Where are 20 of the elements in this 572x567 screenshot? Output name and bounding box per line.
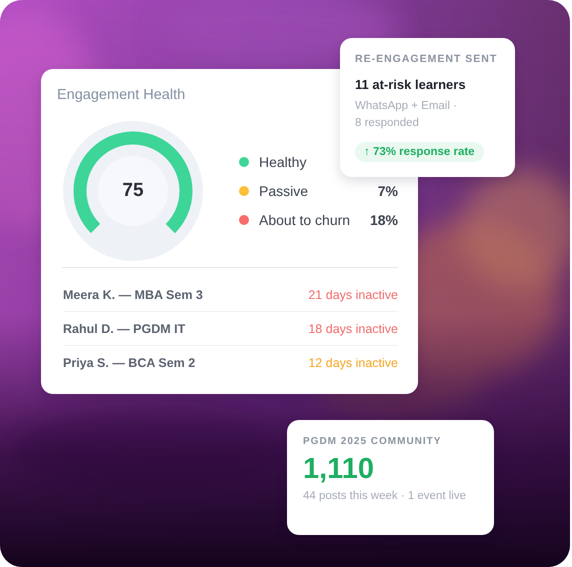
inactive-status: 12 days inactive <box>308 356 398 370</box>
legend-label: About to churn <box>259 212 350 228</box>
legend-value: 7% <box>378 183 398 199</box>
card-title: Engagement Health <box>57 87 186 103</box>
gauge-score: 75 <box>122 180 144 202</box>
inactive-status: 18 days inactive <box>308 322 398 336</box>
card-detail: WhatsApp + Email · 8 responded <box>355 99 458 131</box>
response-rate-badge: ↑ 73% response rate <box>355 142 484 162</box>
inactive-status: 21 days inactive <box>308 288 398 302</box>
card-title: 11 at-risk learners <box>355 77 467 92</box>
card-detail: 44 posts this week · 1 event live <box>303 489 467 504</box>
card-label: RE-ENGAGEMENT SENT <box>355 53 498 65</box>
member-count: 1,110 <box>303 452 375 487</box>
legend-label: Healthy <box>259 154 306 170</box>
learner-name: Rahul D. — PGDM IT <box>63 322 186 336</box>
legend-label: Passive <box>259 183 308 199</box>
legend-value: 18% <box>370 212 398 228</box>
learner-name: Priya S. — BCA Sem 2 <box>63 356 196 370</box>
learner-name: Meera K. — MBA Sem 3 <box>63 288 203 302</box>
card-label: PGDM 2025 COMMUNITY <box>303 436 442 447</box>
